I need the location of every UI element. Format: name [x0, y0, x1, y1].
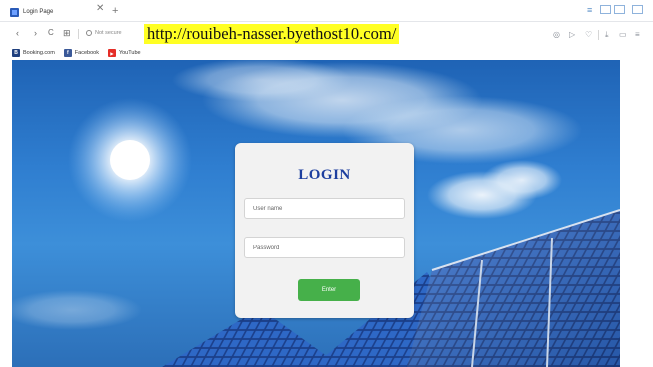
bookmark-facebook[interactable]: f Facebook	[63, 49, 99, 57]
download-icon[interactable]: ⤓	[605, 30, 609, 40]
tab-login-page[interactable]: Login Page	[10, 3, 108, 21]
reload-icon[interactable]: C	[48, 27, 54, 39]
browser-window: Login Page ✕ + ≡ ‹ › C ⊞ Not secure http…	[0, 0, 653, 367]
booking-icon: B	[12, 49, 20, 57]
enter-button[interactable]: Enter	[298, 279, 360, 301]
nav-divider	[78, 29, 79, 39]
close-window-button[interactable]	[632, 5, 643, 14]
bookmark-booking[interactable]: B Booking.com	[12, 49, 55, 57]
page-margin	[620, 60, 653, 367]
username-input[interactable]	[244, 198, 405, 219]
maximize-button[interactable]	[614, 5, 625, 14]
battery-icon[interactable]: ▭	[619, 30, 627, 40]
page-favicon-icon	[10, 7, 19, 17]
back-icon[interactable]: ‹	[16, 27, 19, 39]
toolbar-divider	[598, 30, 599, 40]
bookmark-label: YouTube	[118, 50, 141, 56]
heart-icon[interactable]: ♡	[585, 30, 592, 40]
login-panel: LOGIN Enter	[235, 143, 414, 318]
globe-icon	[86, 30, 92, 36]
bookmark-label: Facebook	[74, 50, 99, 56]
bookmark-youtube[interactable]: ▶ YouTube	[107, 49, 141, 57]
camera-icon[interactable]: ◎	[553, 30, 560, 40]
security-label: Not secure	[95, 30, 122, 36]
send-icon[interactable]: ▷	[569, 30, 575, 40]
tab-close-icon[interactable]: ✕	[96, 1, 104, 17]
security-indicator[interactable]: Not secure	[86, 30, 122, 36]
tab-title: Login Page	[23, 9, 54, 15]
facebook-icon: f	[63, 49, 72, 57]
menu-icon[interactable]: ≡	[635, 30, 640, 40]
password-input[interactable]	[244, 237, 405, 258]
forward-icon[interactable]: ›	[34, 27, 37, 39]
bookmarks-bar: B Booking.com f Facebook ▶ YouTube	[0, 46, 653, 60]
youtube-icon: ▶	[107, 49, 116, 57]
new-tab-icon[interactable]: +	[112, 3, 118, 19]
bookmark-label: Booking.com	[23, 50, 55, 56]
url-annotation: http://rouibeh-nasser.byethost10.com/	[144, 24, 400, 44]
apps-icon[interactable]: ⊞	[63, 27, 71, 39]
title-bar: Login Page ✕ + ≡	[0, 0, 653, 22]
login-title: LOGIN	[298, 167, 351, 183]
minimize-button[interactable]	[600, 5, 611, 14]
window-menu-icon[interactable]: ≡	[587, 4, 592, 16]
